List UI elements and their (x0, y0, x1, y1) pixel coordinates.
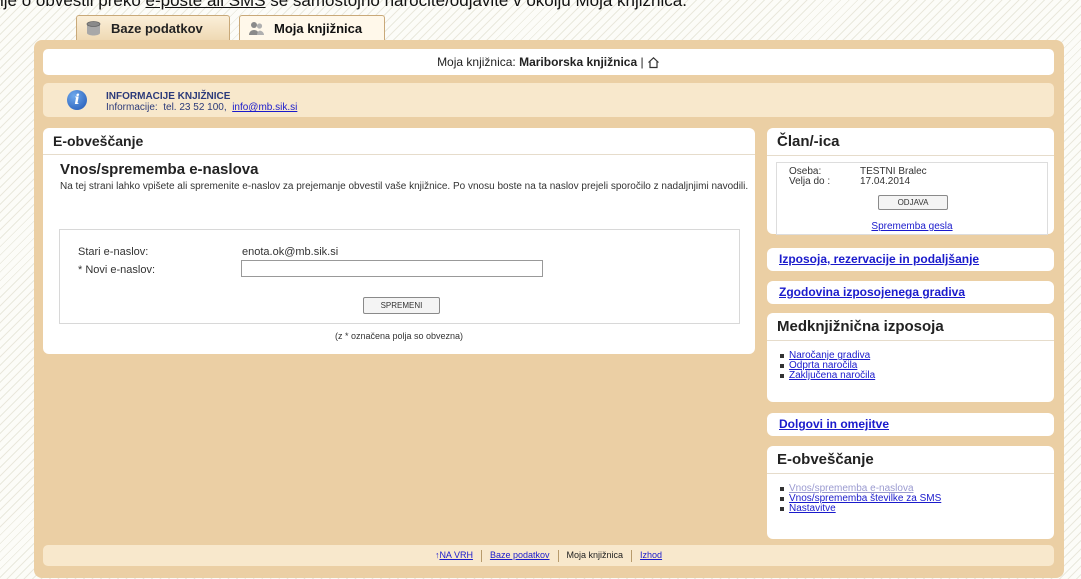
password-change-row: Sprememba gesla (777, 221, 1047, 232)
email-sms-link[interactable]: e-pošte ali SMS (146, 0, 266, 10)
member-heading: Član/-ica (767, 128, 1054, 156)
divider (557, 549, 559, 562)
member-details: Oseba: TESTNI Bralec Velja do : 17.04.20… (776, 162, 1048, 235)
history-panel: Zgodovina izposojenega gradiva (767, 281, 1054, 304)
debts-link[interactable]: Dolgovi in omejitve (779, 417, 889, 431)
change-password-link[interactable]: Sprememba gesla (871, 221, 952, 232)
page-title: Vnos/sprememba e-naslova (60, 161, 259, 178)
footer-my-library: Moja knjižnica (566, 550, 624, 560)
page-description: Na tej strani lahko vpišete ali spremeni… (60, 181, 749, 192)
notify-list: Vnos/sprememba e-naslova Vnos/sprememba … (779, 484, 941, 514)
required-note: (z * označena polja so obvezna) (334, 331, 464, 341)
notifications-panel: E-obveščanje Vnos/sprememba e-naslova Vn… (767, 446, 1054, 539)
top-notice: ije o obvestil preko e-pošte ali SMS se … (0, 0, 1081, 11)
users-icon (248, 20, 265, 37)
info-contact: Informacije: tel. 23 52 100, info@mb.sik… (106, 102, 298, 113)
email-change-panel: E-obveščanje Vnos/sprememba e-naslova Na… (43, 128, 755, 354)
footer: ↑NA VRH Baze podatkov Moja knjižnica Izhod (43, 545, 1054, 566)
closed-orders-link[interactable]: Zaključena naročila (789, 370, 875, 381)
info-title: INFORMACIJE KNJIŽNICE (106, 91, 231, 102)
loans-link[interactable]: Izposoja, rezervacije in podaljšanje (779, 252, 979, 266)
tab-databases-label: Baze podatkov (111, 21, 203, 36)
info-icon: i (67, 90, 87, 110)
valid-until-label: Velja do : (789, 176, 831, 187)
new-email-label: * Novi e-naslov: (78, 264, 156, 276)
interlibrary-loan-panel: Medknjižnična izposoja Naročanje gradiva… (767, 313, 1054, 402)
exit-link[interactable]: Izhod (640, 550, 662, 560)
list-item: Nastavitve (779, 504, 941, 514)
ill-heading: Medknjižnična izposoja (767, 313, 1054, 341)
footer-databases-link[interactable]: Baze podatkov (490, 550, 550, 560)
debts-panel: Dolgovi in omejitve (767, 413, 1054, 436)
ill-list: Naročanje gradiva Odprta naročila Zaklju… (779, 351, 875, 381)
old-email-label: Stari e-naslov: (78, 246, 149, 258)
valid-until-value: 17.04.2014 (860, 176, 911, 187)
library-info-bar: i INFORMACIJE KNJIŽNICE Informacije: tel… (43, 83, 1054, 117)
email-form: Stari e-naslov: enota.ok@mb.sik.si * Nov… (59, 229, 740, 324)
logout-button[interactable]: ODJAVA (878, 195, 948, 210)
tab-my-library[interactable]: Moja knjižnica (239, 15, 385, 41)
back-to-top-link[interactable]: NA VRH (439, 550, 473, 560)
tab-databases[interactable]: Baze podatkov (76, 15, 230, 41)
new-email-field[interactable] (241, 260, 543, 277)
notify-heading: E-obveščanje (767, 446, 1054, 474)
library-email-link[interactable]: info@mb.sik.si (232, 102, 297, 113)
library-bar: Moja knjižnica: Mariborska knjižnica | (43, 49, 1054, 75)
loans-panel: Izposoja, rezervacije in podaljšanje (767, 248, 1054, 271)
database-icon (85, 20, 102, 37)
list-item: Zaključena naročila (779, 371, 875, 381)
member-panel: Član/-ica Oseba: TESTNI Bralec Velja do … (767, 128, 1054, 235)
divider (480, 549, 482, 562)
panel-heading: E-obveščanje (43, 128, 755, 155)
tab-my-library-label: Moja knjižnica (274, 21, 363, 36)
settings-link[interactable]: Nastavitve (789, 503, 836, 514)
home-icon[interactable] (647, 56, 660, 69)
library-name: Mariborska knjižnica (519, 55, 638, 69)
old-email-value: enota.ok@mb.sik.si (242, 246, 339, 258)
divider (631, 549, 633, 562)
save-button[interactable]: SPREMENI (363, 297, 440, 314)
history-link[interactable]: Zgodovina izposojenega gradiva (779, 285, 965, 299)
